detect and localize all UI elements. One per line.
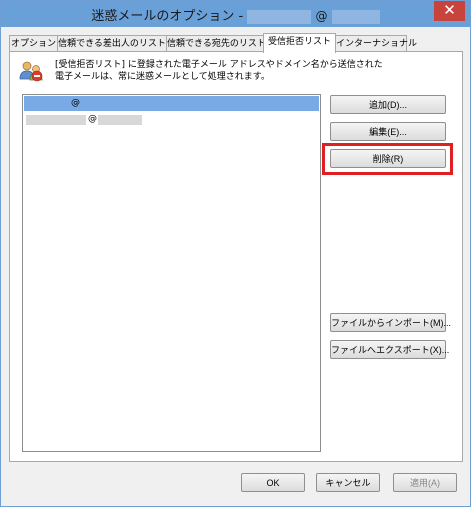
close-button[interactable]: ✕ — [434, 1, 465, 21]
tab-options[interactable]: オプション — [9, 35, 58, 52]
import-from-file-button[interactable]: ファイルからインポート(M)... — [330, 313, 451, 332]
description-line-2: 電子メールは、常に迷惑メールとして処理されます。 — [55, 72, 270, 82]
blocked-senders-description: [受信拒否リスト] に登録された電子メール アドレスやドメイン名から送信された … — [55, 59, 385, 83]
tab-blocked-senders[interactable]: 受信拒否リスト — [263, 33, 336, 53]
tab-international[interactable]: インターナショナル — [335, 35, 417, 52]
tab-safe-senders[interactable]: 信頼できる差出人のリスト — [57, 35, 167, 52]
edit-button[interactable]: 編集(E)... — [330, 122, 446, 141]
list-item-text: @ — [71, 98, 80, 108]
tab-strip: オプション 信頼できる差出人のリスト 信頼できる宛先のリスト 受信拒否リスト イ… — [9, 33, 461, 53]
list-item[interactable]: @ — [24, 96, 319, 111]
ok-button[interactable]: OK — [241, 473, 305, 492]
blocked-senders-icon — [19, 61, 43, 82]
description-line-1: [受信拒否リスト] に登録された電子メール アドレスやドメイン名から送信された — [55, 60, 383, 70]
add-button[interactable]: 追加(D)... — [330, 95, 446, 114]
redacted-address — [26, 115, 86, 125]
list-item[interactable]: @ — [24, 112, 319, 127]
tab-safe-recipients[interactable]: 信頼できる宛先のリスト — [166, 35, 266, 52]
title-bar[interactable]: 迷惑メールのオプション - @ ✕ — [1, 1, 470, 27]
cancel-button[interactable]: キャンセル — [316, 473, 380, 492]
redacted-domain — [331, 9, 380, 24]
delete-button[interactable]: 削除(R) — [330, 149, 446, 168]
close-icon: ✕ — [443, 1, 456, 19]
redacted-domain — [98, 115, 142, 125]
export-to-file-button[interactable]: ファイルへエクスポート(X)... — [330, 340, 449, 359]
window-title-text: 迷惑メールのオプション - — [91, 9, 244, 24]
apply-button[interactable]: 適用(A) — [393, 473, 457, 492]
redacted-account — [247, 9, 312, 24]
window-title-at: @ — [315, 9, 328, 23]
window-title: 迷惑メールのオプション - @ — [1, 5, 470, 24]
list-item-text: @ — [88, 114, 97, 124]
blocked-senders-list[interactable]: @ @ — [22, 94, 321, 452]
